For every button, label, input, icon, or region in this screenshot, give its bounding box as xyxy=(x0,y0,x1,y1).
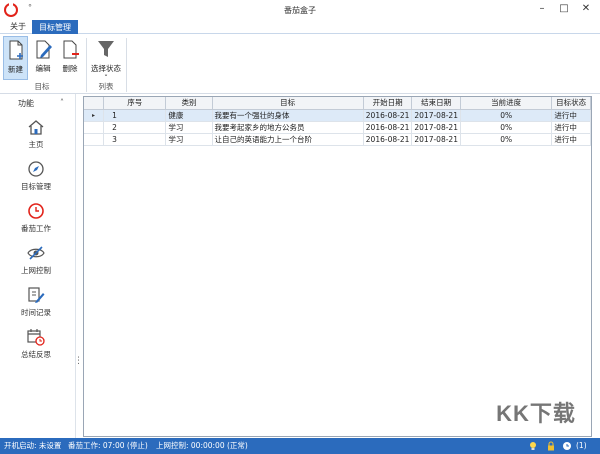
calendar-clock-icon xyxy=(27,329,45,346)
group-separator xyxy=(86,38,87,92)
column-header-status[interactable]: 目标状态 xyxy=(551,97,591,110)
group-label-list: 列表 xyxy=(98,82,114,91)
tab-goal-management[interactable]: 目标管理 xyxy=(32,20,78,34)
tab-about[interactable]: 关于 xyxy=(4,20,32,34)
sidebar-item-pomodoro[interactable]: 番茄工作 xyxy=(6,202,66,234)
table-row[interactable]: 2 学习 我要考起家乡的地方公务员 2016-08-21 2017-08-21 … xyxy=(84,121,591,134)
row-indicator-cell xyxy=(84,121,105,134)
row-indicator-header xyxy=(84,97,105,110)
maximize-button[interactable]: □ xyxy=(554,2,574,16)
column-header-goal[interactable]: 目标 xyxy=(212,97,364,110)
new-document-icon xyxy=(9,40,23,60)
clock-icon xyxy=(28,203,44,219)
status-bar: 开机启动: 未设置 番茄工作: 07:00 (停止) 上网控制: 00:00:0… xyxy=(0,438,600,454)
sidebar-item-summary[interactable]: 总结反思 xyxy=(6,328,66,360)
ribbon-panel: 新建 编辑 删除 目标 选择状态 ˇ 列表 xyxy=(0,34,600,94)
sidebar-title: 功能 xyxy=(18,99,34,108)
sidebar-item-label: 目标管理 xyxy=(21,182,51,191)
sidebar-item-net-control[interactable]: 上网控制 xyxy=(6,244,66,276)
delete-icon xyxy=(63,40,79,59)
cell-start-date[interactable]: 2016-08-21 xyxy=(363,109,413,122)
column-header-index[interactable]: 序号 xyxy=(103,97,167,110)
edit-button[interactable]: 编辑 xyxy=(31,36,55,80)
table-row[interactable]: 3 学习 让自己的英语能力上一个台阶 2016-08-21 2017-08-21… xyxy=(84,133,591,146)
cell-category[interactable]: 学习 xyxy=(165,121,213,134)
group-separator xyxy=(126,38,127,92)
cell-status[interactable]: 进行中 xyxy=(551,121,591,134)
sidebar-item-label: 番茄工作 xyxy=(21,224,51,233)
minimize-button[interactable]: – xyxy=(532,2,552,16)
row-indicator-cell xyxy=(84,133,105,146)
cell-index[interactable]: 3 xyxy=(103,133,167,146)
goal-grid: 序号 类别 目标 开始日期 结束日期 当前进度 目标状态 ▸ 1 健康 我要有一… xyxy=(83,96,592,437)
column-header-progress[interactable]: 当前进度 xyxy=(460,97,553,110)
collapse-icon[interactable]: ˄ xyxy=(60,98,64,107)
eye-slash-icon xyxy=(27,246,45,260)
edit-button-label: 编辑 xyxy=(35,64,51,73)
alarm-icon[interactable] xyxy=(562,441,572,451)
cell-index[interactable]: 2 xyxy=(103,121,167,134)
goal-table: 序号 类别 目标 开始日期 结束日期 当前进度 目标状态 ▸ 1 健康 我要有一… xyxy=(84,97,591,146)
lock-icon[interactable] xyxy=(546,441,556,451)
delete-button[interactable]: 删除 xyxy=(58,36,82,80)
home-icon xyxy=(28,120,44,135)
watermark-logo: KK下载 xyxy=(478,392,594,432)
cell-start-date[interactable]: 2016-08-21 xyxy=(363,133,413,146)
compass-icon xyxy=(28,161,44,177)
bulb-icon[interactable] xyxy=(528,441,538,451)
cell-start-date[interactable]: 2016-08-21 xyxy=(363,121,413,134)
row-indicator-icon: ▸ xyxy=(84,109,105,122)
edit-icon xyxy=(36,40,52,59)
cell-progress[interactable]: 0% xyxy=(460,121,553,134)
sidebar-item-label: 时间记录 xyxy=(21,308,51,317)
group-label-goal: 目标 xyxy=(34,82,50,91)
new-button-label: 新建 xyxy=(8,65,23,74)
sidebar-item-time-record[interactable]: 时间记录 xyxy=(6,286,66,318)
title-bar: ° 番茄盒子 – □ ✕ xyxy=(0,0,600,20)
select-status-button[interactable]: 选择状态 ˇ xyxy=(88,36,124,83)
column-header-end-date[interactable]: 结束日期 xyxy=(411,97,461,110)
status-startup[interactable]: 开机启动: 未设置 xyxy=(4,438,61,454)
status-net-control[interactable]: 上网控制: 00:00:00 (正常) xyxy=(156,438,248,454)
splitter-handle[interactable]: ⋮ xyxy=(74,356,83,366)
sidebar-item-label: 上网控制 xyxy=(21,266,51,275)
sidebar-item-label: 总结反思 xyxy=(21,350,51,359)
cell-category[interactable]: 学习 xyxy=(165,133,213,146)
filter-icon xyxy=(98,41,114,57)
close-button[interactable]: ✕ xyxy=(576,2,596,16)
cell-goal[interactable]: 我要有一个强壮的身体 xyxy=(212,109,364,122)
status-pomodoro[interactable]: 番茄工作: 07:00 (停止) xyxy=(68,438,148,454)
cell-goal[interactable]: 我要考起家乡的地方公务员 xyxy=(212,121,364,134)
cell-progress[interactable]: 0% xyxy=(460,109,553,122)
cell-category[interactable]: 健康 xyxy=(165,109,213,122)
function-sidebar: 功能 ˄ 主页 目标管理 番茄工作 上网控制 时间记录 总结反思 ⋮ xyxy=(0,94,83,438)
status-count: (1) xyxy=(576,441,587,450)
cell-end-date[interactable]: 2017-08-21 xyxy=(411,133,461,146)
new-button[interactable]: 新建 xyxy=(3,36,28,80)
sidebar-item-home[interactable]: 主页 xyxy=(6,118,66,150)
select-status-label: 选择状态 xyxy=(91,64,121,73)
column-header-start-date[interactable]: 开始日期 xyxy=(363,97,413,110)
sidebar-item-goal-management[interactable]: 目标管理 xyxy=(6,160,66,192)
window-title: 番茄盒子 xyxy=(284,6,316,15)
table-row[interactable]: ▸ 1 健康 我要有一个强壮的身体 2016-08-21 2017-08-21 … xyxy=(84,109,591,122)
cell-progress[interactable]: 0% xyxy=(460,133,553,146)
column-header-category[interactable]: 类别 xyxy=(165,97,213,110)
cell-end-date[interactable]: 2017-08-21 xyxy=(411,109,461,122)
cell-goal[interactable]: 让自己的英语能力上一个台阶 xyxy=(212,133,364,146)
watermark-text: KK下载 xyxy=(496,401,576,426)
ribbon-tabs: 关于 目标管理 xyxy=(0,20,600,34)
delete-button-label: 删除 xyxy=(62,64,78,73)
cell-status[interactable]: 进行中 xyxy=(551,109,591,122)
table-header: 序号 类别 目标 开始日期 结束日期 当前进度 目标状态 xyxy=(84,97,591,110)
cell-index[interactable]: 1 xyxy=(103,109,167,122)
cell-end-date[interactable]: 2017-08-21 xyxy=(411,121,461,134)
sidebar-item-label: 主页 xyxy=(28,140,44,149)
sidebar-header: 功能 ˄ xyxy=(0,96,76,110)
cell-status[interactable]: 进行中 xyxy=(551,133,591,146)
pencil-note-icon xyxy=(28,287,45,303)
